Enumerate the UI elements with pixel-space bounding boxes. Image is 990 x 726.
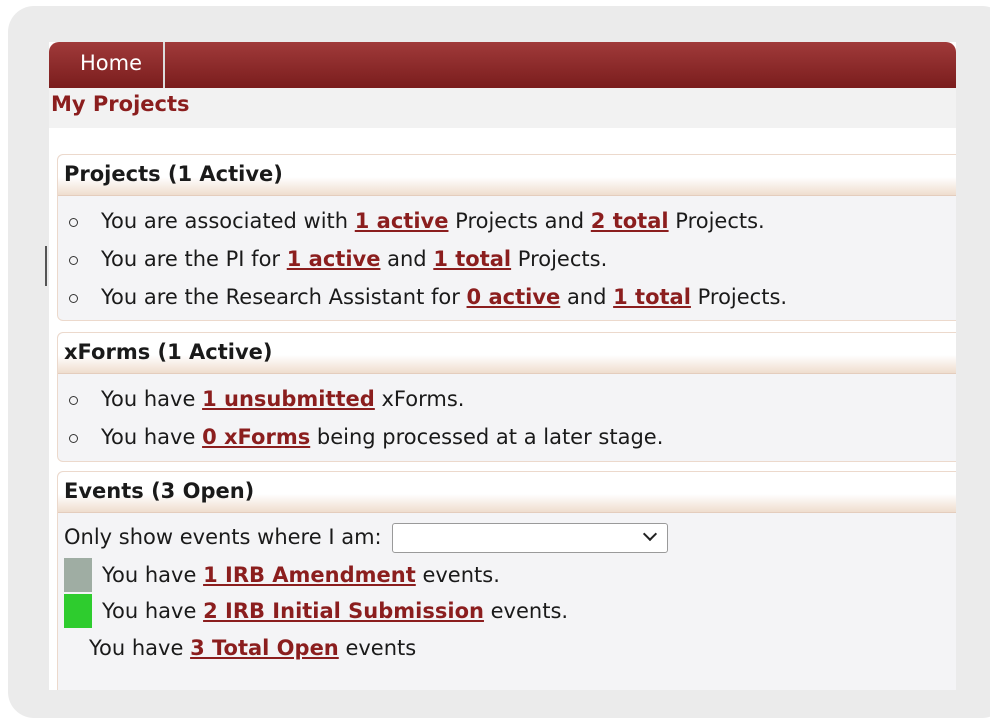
bullet-icon	[69, 218, 78, 227]
bullet-icon	[69, 256, 78, 265]
page-title: My Projects	[51, 92, 190, 116]
item-text: Projects.	[511, 247, 608, 271]
app-page: Home My Projects Projects (1 Active) You…	[49, 42, 956, 690]
item-text: Projects and	[448, 209, 591, 233]
initial-submission-color-swatch	[64, 593, 92, 628]
nav-tab-home[interactable]: Home	[59, 42, 165, 88]
list-item: You are associated with 1 active Project…	[58, 202, 956, 240]
unsubmitted-xforms-link[interactable]: 1 unsubmitted	[202, 387, 375, 411]
events-body: Only show events where I am: You have 1 …	[58, 513, 956, 667]
item-text: events.	[415, 563, 500, 587]
item-text: being processed at a later stage.	[310, 425, 664, 449]
event-filter-row: Only show events where I am:	[64, 519, 956, 557]
item-text: You are associated with	[101, 209, 355, 233]
item-text: You are the Research Assistant for	[101, 285, 467, 309]
top-navbar: Home	[49, 42, 956, 88]
item-text: You have	[101, 387, 203, 411]
event-row-amendment: You have 1 IRB Amendment events.	[64, 557, 956, 593]
irb-amendment-link[interactable]: 1 IRB Amendment	[203, 563, 416, 587]
pi-active-link[interactable]: 1 active	[287, 247, 381, 271]
list-item: You have 0 xForms being processed at a l…	[58, 418, 956, 456]
item-text: You have	[89, 636, 191, 660]
projects-section: Projects (1 Active) You are associated w…	[57, 154, 956, 321]
ra-total-link[interactable]: 1 total	[613, 285, 691, 309]
irb-initial-submission-link[interactable]: 2 IRB Initial Submission	[203, 599, 484, 623]
processing-xforms-link[interactable]: 0 xForms	[202, 425, 310, 449]
total-open-events-link[interactable]: 3 Total Open	[190, 636, 339, 660]
item-text: xForms.	[374, 387, 465, 411]
item-text: events.	[483, 599, 569, 623]
bullet-icon	[69, 434, 78, 443]
item-text: events	[338, 636, 417, 660]
event-row-initial-submission: You have 2 IRB Initial Submission events…	[64, 593, 956, 629]
list-item: You are the PI for 1 active and 1 total …	[58, 240, 956, 278]
item-text: and	[380, 247, 434, 271]
item-text: You have	[101, 425, 203, 449]
pi-total-link[interactable]: 1 total	[433, 247, 511, 271]
xforms-list: You have 1 unsubmitted xForms. You have …	[58, 374, 956, 456]
events-section: Events (3 Open) Only show events where I…	[57, 471, 956, 690]
projects-total-link[interactable]: 2 total	[591, 209, 669, 233]
ra-active-link[interactable]: 0 active	[467, 285, 561, 309]
list-item: You are the Research Assistant for 0 act…	[58, 278, 956, 316]
chevron-down-icon	[643, 526, 658, 542]
events-header: Events (3 Open)	[58, 472, 956, 513]
projects-list: You are associated with 1 active Project…	[58, 196, 956, 316]
xforms-section: xForms (1 Active) You have 1 unsubmitted…	[57, 332, 956, 462]
filter-label: Only show events where I am:	[64, 525, 382, 549]
projects-active-link[interactable]: 1 active	[355, 209, 449, 233]
item-text: Projects.	[690, 285, 788, 309]
item-text: You are the PI for	[101, 247, 287, 271]
projects-header: Projects (1 Active)	[58, 155, 956, 196]
item-text: Projects.	[668, 209, 765, 233]
amendment-color-swatch	[64, 557, 92, 592]
bullet-icon	[69, 396, 78, 405]
xforms-header: xForms (1 Active)	[58, 333, 956, 374]
item-text: and	[560, 285, 614, 309]
item-text: You have	[102, 599, 204, 623]
item-text: You have	[102, 563, 204, 587]
event-total-row: You have 3 Total Open events	[64, 629, 956, 667]
bullet-icon	[69, 294, 78, 303]
list-item: You have 1 unsubmitted xForms.	[58, 380, 956, 418]
role-filter-select[interactable]	[392, 523, 669, 553]
